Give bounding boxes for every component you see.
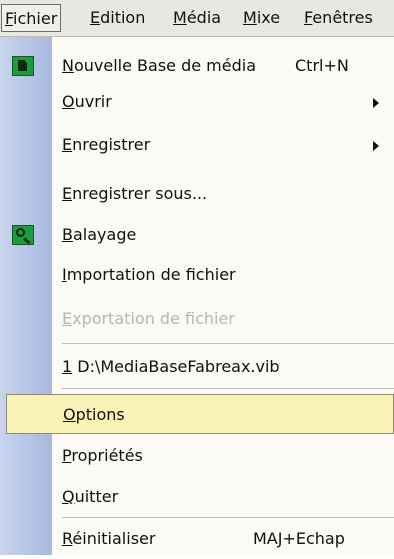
menu-fichier-label: ichier — [13, 9, 58, 28]
menu-item-recent-file[interactable]: 1 D:\MediaBaseFabreax.vib — [0, 347, 394, 387]
menu-item-importation[interactable]: Importation de fichier — [0, 255, 394, 295]
menu-item-recent-file-text: D:\MediaBaseFabreax.vib — [72, 357, 280, 376]
menu-item-options-access-key: O — [63, 405, 76, 424]
menu-item-reinitialiser-shortcut: MAJ+Echap — [253, 529, 345, 548]
menu-item-quitter-access-key: Q — [62, 487, 75, 506]
menu-bar: Fichier Edition Média Mixe Fenêtres — [0, 0, 394, 37]
menu-edition[interactable]: Edition — [88, 4, 147, 32]
menu-item-nouvelle-base-access-key: N — [62, 56, 74, 75]
menu-separator — [62, 517, 394, 518]
menu-item-enregistrer-text: nregistrer — [72, 135, 151, 154]
menu-item-proprietes-text: ropriétés — [71, 446, 143, 465]
menu-mixe[interactable]: Mixe — [241, 4, 282, 32]
menu-fichier-access-key: F — [5, 9, 14, 28]
menu-item-enregistrer[interactable]: Enregistrer — [0, 125, 394, 165]
menu-item-enregistrer-sous-access-key: E — [62, 184, 73, 203]
menu-item-balayage-access-key: B — [62, 225, 73, 244]
menu-item-options-label: Options — [63, 395, 125, 435]
menu-item-ouvrir-text: uvrir — [74, 92, 112, 111]
scan-magnifier-icon — [12, 225, 34, 245]
menu-item-balayage-text: alayage — [72, 225, 137, 244]
menu-item-reinitialiser-access-key: R — [62, 529, 73, 548]
menu-fenetres-label: enêtres — [312, 8, 373, 27]
menu-edition-label: dition — [100, 8, 146, 27]
menu-media-label: édia — [186, 8, 222, 27]
menu-item-quitter-text: uitter — [74, 487, 119, 506]
menu-item-options[interactable]: Options — [6, 394, 394, 434]
menu-item-quitter-label: Quitter — [62, 477, 118, 517]
menu-item-exportation-label: Exportation de fichier — [62, 299, 235, 339]
menu-item-recent-file-access-key: 1 — [62, 357, 73, 376]
menu-item-enregistrer-label: Enregistrer — [62, 125, 150, 165]
submenu-arrow-icon — [373, 98, 379, 108]
menu-item-exportation-text: xportation de fichier — [72, 309, 235, 328]
menu-item-nouvelle-base-shortcut: Ctrl+N — [295, 56, 349, 75]
menu-item-exportation: Exportation de fichier — [0, 299, 394, 339]
submenu-arrow-icon — [373, 141, 379, 151]
menu-item-exportation-access-key: E — [62, 309, 73, 328]
menu-item-options-text: ptions — [75, 405, 125, 424]
menu-fenetres[interactable]: Fenêtres — [302, 4, 375, 32]
menu-item-importation-text: mportation de fichier — [66, 265, 236, 284]
menu-item-balayage[interactable]: Balayage — [0, 215, 394, 255]
menu-item-recent-file-label: 1 D:\MediaBaseFabreax.vib — [62, 347, 280, 387]
menu-item-nouvelle-base-text: ouvelle Base de média — [73, 56, 256, 75]
menu-item-proprietes-label: Propriétés — [62, 436, 143, 476]
menu-media-access-key: M — [173, 8, 187, 27]
menu-item-ouvrir[interactable]: Ouvrir — [0, 82, 394, 122]
menu-item-ouvrir-access-key: O — [62, 92, 75, 111]
menu-item-quitter[interactable]: Quitter — [0, 477, 394, 517]
menu-edition-access-key: E — [90, 8, 101, 27]
menu-item-enregistrer-access-key: E — [62, 135, 73, 154]
menu-item-reinitialiser-text: éinitialiser — [72, 529, 156, 548]
menu-item-enregistrer-sous-text: nregistrer sous... — [72, 184, 208, 203]
menu-item-importation-label: Importation de fichier — [62, 255, 236, 295]
menu-item-nouvelle-base-label: Nouvelle Base de média — [62, 46, 256, 86]
menu-item-nouvelle-base[interactable]: Nouvelle Base de média Ctrl+N — [0, 46, 394, 86]
menu-item-ouvrir-label: Ouvrir — [62, 82, 112, 122]
menu-media[interactable]: Média — [171, 4, 223, 32]
menu-item-reinitialiser-label: Réinitialiser — [62, 519, 155, 559]
menu-mixe-label: ixe — [256, 8, 281, 27]
menu-separator — [62, 343, 394, 344]
menu-item-proprietes[interactable]: Propriétés — [0, 436, 394, 476]
menu-separator — [62, 388, 394, 389]
menu-fichier[interactable]: Fichier — [1, 4, 62, 32]
menu-item-balayage-label: Balayage — [62, 215, 136, 255]
menu-item-proprietes-access-key: P — [62, 446, 72, 465]
menu-item-enregistrer-sous[interactable]: Enregistrer sous... — [0, 174, 394, 214]
menu-item-reinitialiser[interactable]: Réinitialiser MAJ+Echap — [0, 519, 394, 559]
menu-item-enregistrer-sous-label: Enregistrer sous... — [62, 174, 207, 214]
menu-mixe-access-key: M — [243, 8, 257, 27]
new-media-base-icon — [12, 56, 34, 76]
